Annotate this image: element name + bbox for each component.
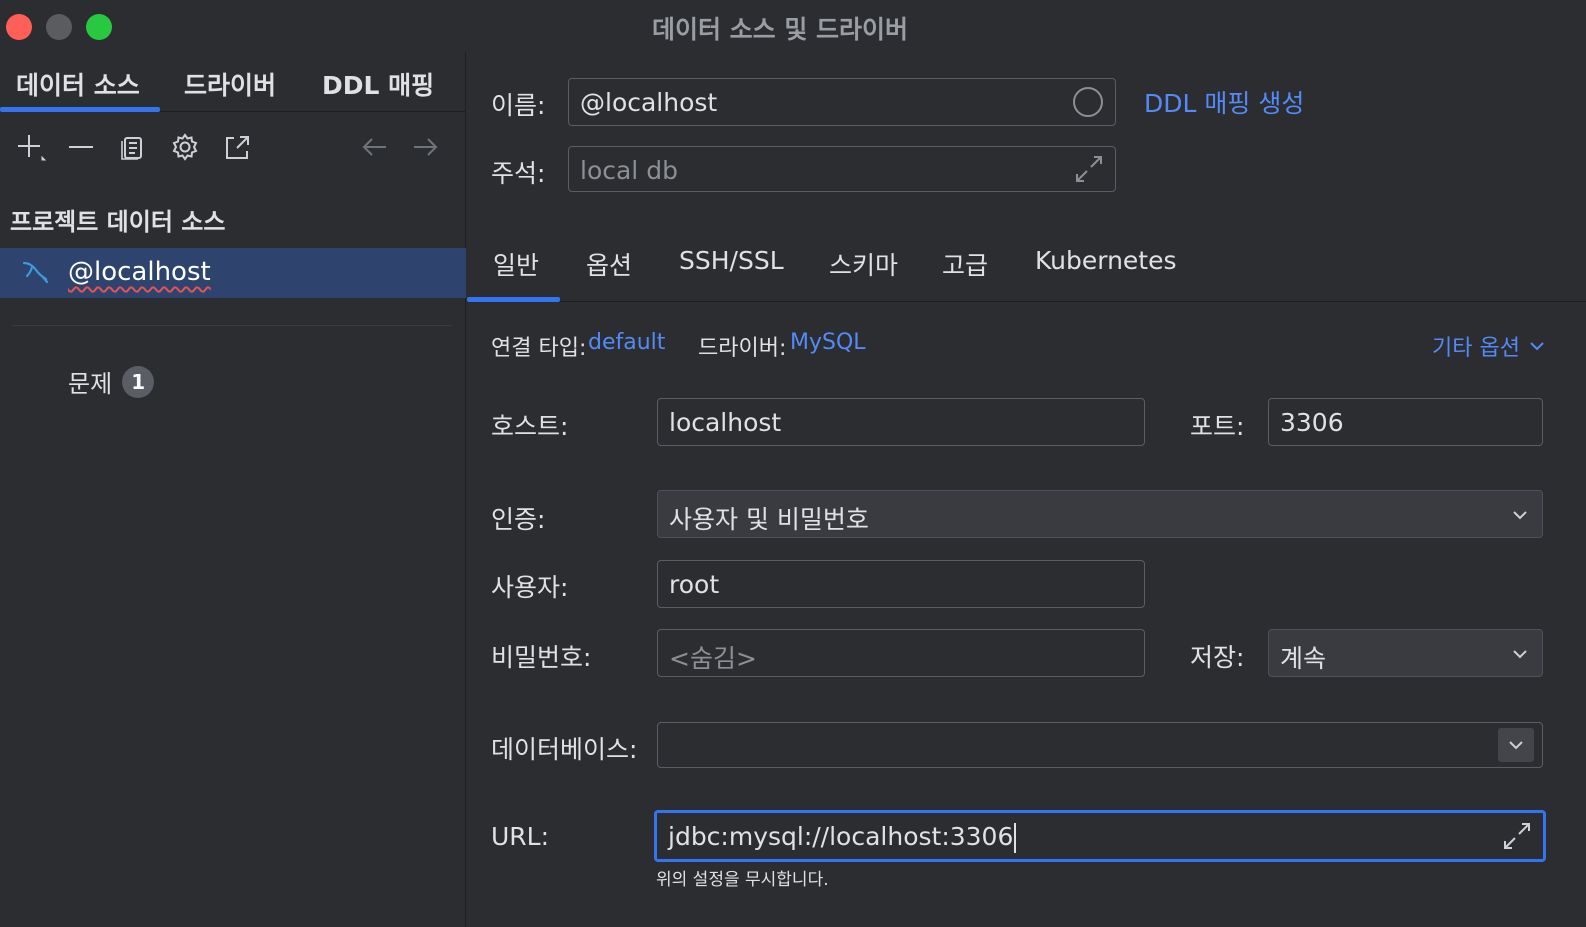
expand-icon[interactable] [1073,153,1105,189]
datasource-label: @localhost [68,257,211,287]
url-value-wrap: jdbc:mysql://localhost:3306 [668,822,1017,853]
tab-kubernetes[interactable]: Kubernetes [1035,246,1177,275]
right-tab-bar: 일반 옵션 SSH/SSL 스키마 고급 Kubernetes [467,232,1586,302]
tab-ssh-ssl[interactable]: SSH/SSL [679,246,784,275]
open-external-icon[interactable] [220,130,254,164]
window-title: 데이터 소스 및 드라이버 [651,15,909,44]
url-field[interactable]: jdbc:mysql://localhost:3306 [654,810,1546,862]
password-label: 비밀번호: [491,643,592,672]
arrow-back-icon[interactable] [358,130,392,164]
color-circle-icon[interactable] [1073,87,1103,117]
create-ddl-mapping-link[interactable]: DDL 매핑 생성 [1144,84,1304,120]
tab-general[interactable]: 일반 [493,246,539,282]
port-field[interactable]: 3306 [1268,398,1543,446]
project-data-sources-heading: 프로젝트 데이터 소스 [10,208,226,236]
url-label: URL: [491,822,550,851]
tab-drivers[interactable]: 드라이버 [184,66,276,102]
host-label: 호스트: [491,412,569,441]
driver-label: 드라이버: [698,336,787,361]
url-hint: 위의 설정을 무시합니다. [656,870,829,890]
database-field[interactable] [657,722,1543,768]
save-select[interactable]: 계속 [1268,629,1543,677]
left-panel: 데이터 소스 드라이버 DDL 매핑 프로젝트 데이터 소스 @localhos… [0,52,466,927]
name-label: 이름: [491,91,546,120]
port-value: 3306 [1280,408,1344,437]
chevron-down-icon [1530,342,1544,351]
add-icon[interactable] [14,130,48,164]
arrow-forward-icon[interactable] [408,130,442,164]
left-tab-bar: 데이터 소스 드라이버 DDL 매핑 [0,52,466,112]
auth-select[interactable]: 사용자 및 비밀번호 [657,490,1543,538]
active-tab-indicator [0,107,160,112]
auth-label: 인증: [491,505,546,534]
copy-icon[interactable] [116,130,150,164]
database-dropdown-button[interactable] [1498,728,1534,762]
problems-item[interactable]: 문제 1 [68,364,155,399]
host-value: localhost [669,408,782,437]
user-label: 사용자: [491,573,569,602]
connection-type-link[interactable]: default [588,330,665,355]
host-field[interactable]: localhost [657,398,1145,446]
tab-ddl-mappings[interactable]: DDL 매핑 [322,66,434,102]
data-sources-dialog: 데이터 소스 및 드라이버 데이터 소스 드라이버 DDL 매핑 프로젝트 데이… [0,0,1586,927]
driver-link[interactable]: MySQL [790,330,866,355]
comment-label: 주석: [491,159,546,188]
connection-type-label: 연결 타입: [491,336,587,361]
more-options-label: 기타 옵션 [1432,336,1520,361]
active-tab-indicator [467,297,560,302]
user-field[interactable]: root [657,560,1145,608]
right-panel: 이름: @localhost DDL 매핑 생성 주석: local db 일반… [467,52,1586,927]
tab-options[interactable]: 옵션 [586,246,632,282]
datasource-toolbar [0,126,466,170]
name-field[interactable]: @localhost [568,78,1116,126]
comment-value: local db [580,156,678,185]
chevron-down-icon [1509,741,1523,750]
tab-advanced[interactable]: 고급 [942,246,988,282]
title-bar: 데이터 소스 및 드라이버 [0,0,1586,52]
problems-label: 문제 [68,370,113,398]
password-placeholder: <숨김> [669,644,757,673]
tab-schemas[interactable]: 스키마 [829,246,898,282]
auth-value: 사용자 및 비밀번호 [669,505,869,534]
comment-field[interactable]: local db [568,146,1116,192]
name-value: @localhost [580,88,718,117]
chevron-down-icon [1510,505,1530,525]
save-value: 계속 [1280,644,1327,673]
mysql-dolphin-icon [20,258,50,288]
remove-icon[interactable] [64,130,98,164]
port-label: 포트: [1190,412,1245,441]
database-label: 데이터베이스: [491,735,638,764]
problems-count-badge: 1 [122,365,155,398]
text-caret [1014,823,1017,853]
save-label: 저장: [1190,643,1245,672]
chevron-down-icon [1510,644,1530,664]
expand-icon[interactable] [1501,820,1533,856]
user-value: root [669,570,720,599]
password-field[interactable]: <숨김> [657,629,1145,677]
url-value: jdbc:mysql://localhost:3306 [668,822,1014,851]
datasource-item-localhost[interactable]: @localhost [0,248,466,298]
settings-gear-icon[interactable] [168,130,202,164]
divider [12,325,452,326]
tab-data-sources[interactable]: 데이터 소스 [16,66,140,102]
more-options-dropdown[interactable]: 기타 옵션 [1432,330,1546,362]
